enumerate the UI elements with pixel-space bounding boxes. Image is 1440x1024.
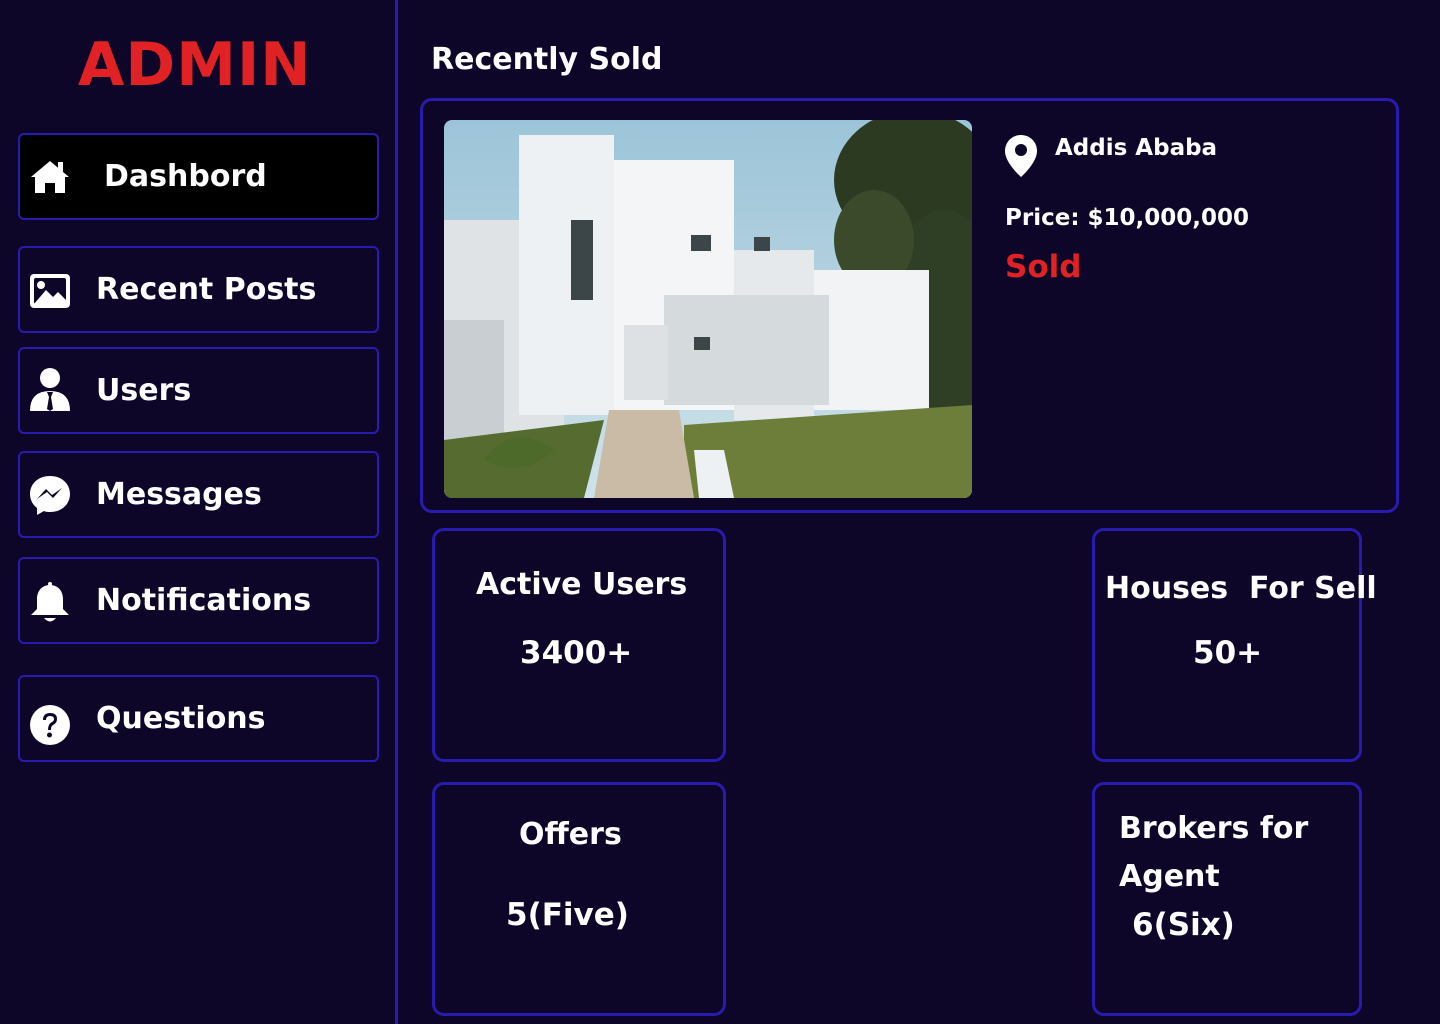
stat-value: 3400+ [520,635,633,671]
stat-card-offers[interactable]: Offers 5(Five) [432,782,726,1016]
sidebar-item-label: Notifications [96,583,312,618]
stat-card-brokers[interactable]: Brokers for Agent 6(Six) [1092,782,1362,1016]
home-icon [31,161,69,193]
stat-title: Offers [519,817,622,852]
location-text: Addis Ababa [1055,135,1218,161]
location-pin-icon [1005,135,1037,177]
stat-title: Active Users [476,567,688,602]
user-icon [30,368,70,411]
sidebar-item-label: Dashbord [104,159,267,194]
sidebar-item-label: Recent Posts [96,272,317,307]
sidebar-item-label: Questions [96,701,266,736]
sidebar-item-users[interactable]: Users [18,347,379,434]
bell-icon [31,582,69,622]
price-value: $10,000,000 [1087,205,1250,231]
page-title: Recently Sold [431,42,663,77]
stat-title: Houses For Sell [1105,571,1377,606]
sidebar-item-label: Messages [96,477,262,512]
sidebar-item-questions[interactable]: Questions [18,675,379,762]
sidebar-item-recent-posts[interactable]: Recent Posts [18,246,379,333]
recently-sold-card[interactable]: Addis Ababa Price: $10,000,000 Sold [420,98,1399,513]
price-row: Price: $10,000,000 [1005,205,1249,231]
house-photo [444,120,972,498]
stat-card-active-users[interactable]: Active Users 3400+ [432,528,726,762]
stat-value: 50+ [1193,635,1263,671]
image-icon [30,274,70,308]
sidebar-item-dashboard[interactable]: Dashbord [18,133,379,220]
stat-value: 6(Six) [1132,907,1235,943]
messenger-icon [30,476,70,515]
stat-title-line2: Agent [1119,859,1220,894]
price-label: Price: [1005,205,1080,231]
admin-logo: ADMIN [78,30,312,100]
sidebar-item-messages[interactable]: Messages [18,451,379,538]
stat-title-line1: Brokers for [1119,811,1309,846]
stat-value: 5(Five) [506,897,629,933]
sidebar: ADMIN Dashbord Recent Posts Users Messag… [0,0,398,1024]
sidebar-item-notifications[interactable]: Notifications [18,557,379,644]
stat-card-houses-for-sell[interactable]: Houses For Sell 50+ [1092,528,1377,762]
question-icon [30,705,70,745]
sidebar-item-label: Users [96,373,192,408]
sold-status: Sold [1005,249,1082,285]
